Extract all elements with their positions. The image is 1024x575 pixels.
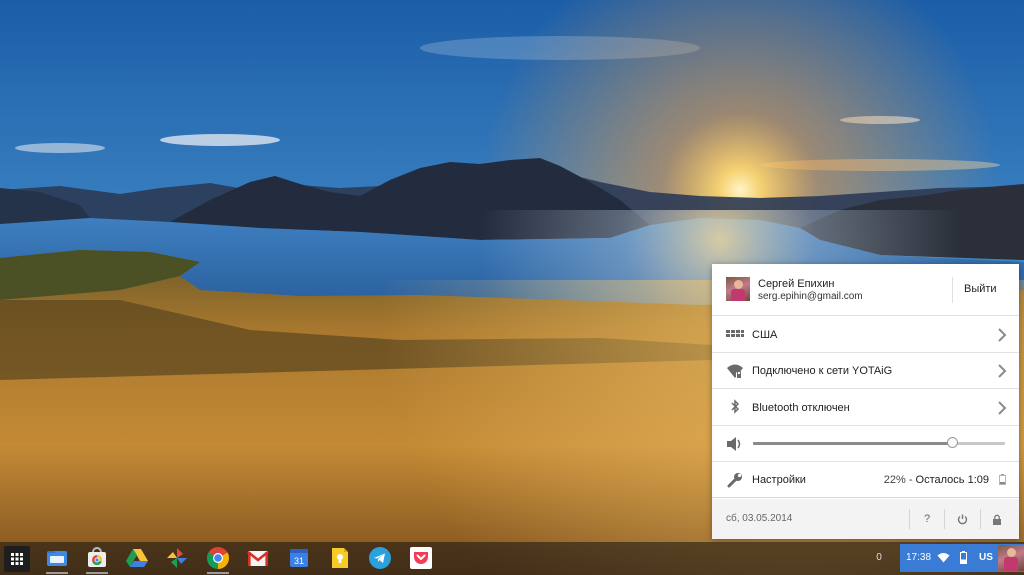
google-photos-icon[interactable] (165, 546, 189, 570)
keyboard-icon (726, 330, 744, 337)
shelf: 31 0 17:38 US (0, 542, 1024, 575)
chrome-web-store-icon[interactable] (85, 546, 109, 570)
settings-row[interactable]: Настройки 22% - Осталось 1:09 (712, 462, 1019, 498)
battery-status-text: 22% - Осталось 1:09 (884, 474, 989, 486)
help-button[interactable]: ? (918, 510, 936, 528)
volume-icon[interactable] (726, 436, 744, 452)
power-button[interactable] (953, 510, 971, 528)
battery-separator: - (905, 474, 916, 486)
app-launcher-button[interactable] (4, 546, 30, 572)
lock-button[interactable] (988, 510, 1006, 528)
battery-icon (960, 551, 967, 564)
footer-divider (909, 509, 910, 529)
wifi-icon (727, 364, 743, 378)
wrench-icon (727, 473, 742, 488)
gmail-icon[interactable] (246, 546, 270, 570)
google-drive-icon[interactable] (125, 546, 149, 570)
volume-slider[interactable] (753, 437, 1005, 448)
chrome-browser-icon[interactable] (206, 546, 230, 570)
battery-icon (999, 474, 1006, 485)
user-avatar (998, 545, 1024, 571)
user-email: serg.epihin@gmail.com (758, 291, 863, 302)
sign-out-button[interactable]: Выйти (964, 283, 997, 295)
bluetooth-icon (731, 399, 740, 414)
settings-label: Настройки (752, 474, 806, 486)
battery-time-remaining: Осталось 1:09 (915, 474, 989, 486)
google-calendar-icon[interactable]: 31 (287, 546, 311, 570)
power-icon (957, 514, 967, 524)
volume-row (712, 426, 1019, 462)
files-app-icon[interactable] (45, 546, 69, 570)
keyboard-layout-row[interactable]: США (712, 316, 1019, 353)
calendar-day-label: 31 (294, 556, 304, 566)
battery-percent: 22% (883, 474, 906, 486)
lock-icon (993, 514, 1001, 525)
chevron-right-icon (998, 401, 1007, 415)
app-running-indicator (207, 572, 229, 574)
network-status-label: Подключено к сети YOTAiG (752, 365, 893, 377)
volume-slider-thumb[interactable] (947, 437, 958, 448)
network-row[interactable]: Подключено к сети YOTAiG (712, 353, 1019, 389)
bluetooth-status-label: Bluetooth отключен (752, 402, 850, 414)
input-method-indicator: US (979, 552, 993, 563)
date-label: сб, 03.05.2014 (726, 513, 793, 524)
footer-divider (944, 509, 945, 529)
bluetooth-row[interactable]: Bluetooth отключен (712, 389, 1019, 426)
user-account-row: Сергей Епихин serg.epihin@gmail.com Выйт… (712, 264, 1019, 316)
user-row-divider (952, 277, 953, 303)
apps-grid-icon (11, 553, 23, 565)
user-avatar (726, 277, 750, 301)
system-tray-menu: Сергей Епихин serg.epihin@gmail.com Выйт… (712, 264, 1019, 539)
chevron-right-icon (998, 364, 1007, 378)
google-keep-icon[interactable] (328, 546, 352, 570)
clock: 17:38 (906, 552, 932, 563)
chevron-right-icon (998, 328, 1007, 342)
telegram-icon[interactable] (368, 546, 392, 570)
app-running-indicator (46, 572, 68, 574)
app-running-indicator (86, 572, 108, 574)
wifi-icon (937, 553, 950, 563)
keyboard-layout-label: США (752, 329, 778, 341)
pocket-icon[interactable] (409, 546, 433, 570)
tray-footer: сб, 03.05.2014 ? (712, 499, 1019, 539)
status-area-button[interactable]: 17:38 US (900, 544, 1024, 572)
footer-divider (980, 509, 981, 529)
volume-slider-fill (753, 442, 952, 445)
user-name: Сергей Епихин (758, 278, 835, 290)
notification-count[interactable]: 0 (871, 550, 887, 566)
